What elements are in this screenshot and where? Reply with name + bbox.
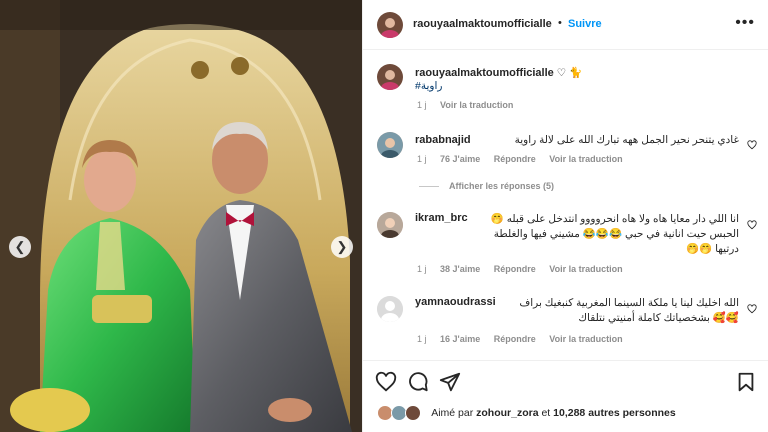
liked-by-prefix: Aimé par <box>431 406 474 419</box>
commenter-avatar[interactable] <box>377 132 403 158</box>
comment-username[interactable]: yamnaoudrassi <box>415 296 496 308</box>
commenter-avatar[interactable] <box>377 212 403 238</box>
view-replies-label: Afficher les réponses (5) <box>449 181 555 191</box>
liker-avatar <box>404 405 421 421</box>
liked-by-count[interactable]: 10,288 autres personnes <box>553 407 676 419</box>
post-photo: ❮ ❯ <box>0 0 362 432</box>
caption-hashtag[interactable]: #راوية <box>415 80 442 92</box>
comment-meta: 1 j 76 J'aime Répondre Voir la traductio… <box>417 154 634 164</box>
liked-by-user[interactable]: zohour_zora <box>476 407 538 419</box>
previous-arrow-icon[interactable]: ❮ <box>9 236 31 258</box>
follow-button[interactable]: Suivre <box>568 18 602 30</box>
comment-text: غادي يتنحر نحير الجمل ههه تبارك الله على… <box>514 134 739 146</box>
more-options-icon[interactable]: ••• <box>735 14 755 32</box>
author-username[interactable]: raouyaalmaktoumofficialle <box>413 18 552 30</box>
share-send-icon[interactable] <box>439 371 461 393</box>
translate-link[interactable]: Voir la traduction <box>549 334 622 344</box>
like-heart-icon[interactable] <box>747 304 757 314</box>
reply-button[interactable]: Répondre <box>494 154 536 164</box>
caption-emojis: ♡ 🐈 <box>556 67 583 79</box>
comment-likes[interactable]: 16 J'aime <box>440 334 480 344</box>
caption-time: 1 j <box>417 100 427 110</box>
replies-line <box>419 186 439 188</box>
comment-likes[interactable]: 38 J'aime <box>440 264 480 274</box>
post-details-panel: raouyaalmaktoumofficialle • Suivre ••• r… <box>362 0 768 432</box>
caption-meta: 1 j Voir la traduction <box>417 100 524 110</box>
bookmark-icon[interactable] <box>735 371 757 393</box>
comment-meta: 1 j 38 J'aime Répondre Voir la traductio… <box>417 264 634 274</box>
comment-text: انا اللي دار معايا هاه ولا هاه انحروووو … <box>490 213 739 255</box>
caption-translate-link[interactable]: Voir la traduction <box>440 100 513 110</box>
comment-username[interactable]: ikram_brc <box>415 212 468 224</box>
reply-button[interactable]: Répondre <box>494 264 536 274</box>
post-header: raouyaalmaktoumofficialle • Suivre ••• <box>363 0 768 50</box>
translate-link[interactable]: Voir la traduction <box>549 154 622 164</box>
caption-avatar[interactable] <box>377 64 403 90</box>
comment-meta: 1 j 16 J'aime Répondre Voir la traductio… <box>417 334 634 344</box>
liked-by-middle: et <box>541 406 551 419</box>
liked-by-line: Aimé par zohour_zora et 10,288 autres pe… <box>377 405 676 421</box>
comment-time: 1 j <box>417 334 427 344</box>
like-heart-icon[interactable] <box>747 220 757 230</box>
comment-username[interactable]: rababnajid <box>415 134 471 146</box>
comment-text: الله اخليك لينا يا ملكة السينما المغربية… <box>519 297 739 324</box>
view-replies-button[interactable]: Afficher les réponses (5) <box>419 181 554 191</box>
commenter-avatar[interactable] <box>377 296 403 322</box>
caption-username[interactable]: raouyaalmaktoumofficialle <box>415 67 554 79</box>
like-heart-icon[interactable] <box>747 140 757 150</box>
author-avatar[interactable] <box>377 12 403 38</box>
comment-likes[interactable]: 76 J'aime <box>440 154 480 164</box>
translate-link[interactable]: Voir la traduction <box>549 264 622 274</box>
comment-time: 1 j <box>417 264 427 274</box>
comment-time: 1 j <box>417 154 427 164</box>
next-arrow-icon[interactable]: ❯ <box>331 236 353 258</box>
post-actions-bar: Aimé par zohour_zora et 10,288 autres pe… <box>363 360 768 432</box>
reply-button[interactable]: Répondre <box>494 334 536 344</box>
comment-icon[interactable] <box>407 371 429 393</box>
like-heart-icon[interactable] <box>375 371 397 393</box>
separator-dot: • <box>558 17 562 29</box>
